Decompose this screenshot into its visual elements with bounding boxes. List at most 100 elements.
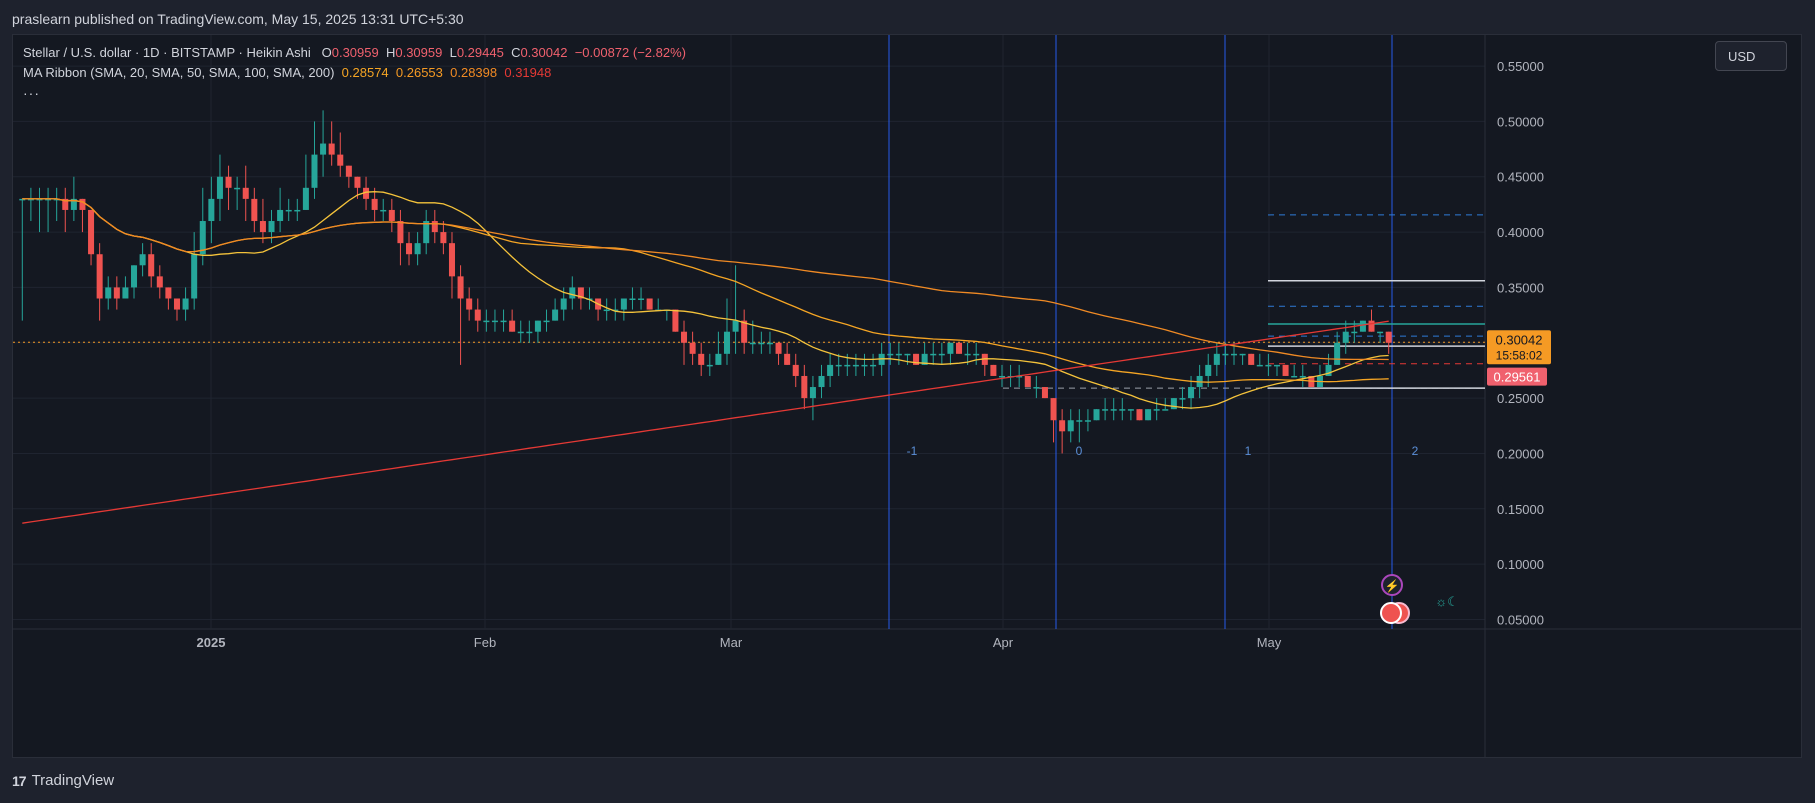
high-label: H — [385, 45, 396, 60]
y-tick-label: 0.20000 — [1497, 446, 1544, 461]
candle-body — [1213, 353, 1220, 365]
candle-body — [440, 232, 447, 244]
fib-time-label: 2 — [1412, 444, 1419, 458]
candle-body — [758, 342, 765, 345]
candle-body — [448, 243, 455, 277]
candle-body — [1050, 398, 1057, 421]
candle-body — [887, 353, 894, 356]
candle-body — [242, 187, 249, 199]
x-tick-label: Apr — [993, 635, 1014, 650]
candle-body — [1153, 409, 1160, 411]
close-value: 0.30042 — [520, 45, 568, 60]
candle-body — [414, 243, 421, 255]
candle-body — [990, 364, 997, 376]
candle-body — [1248, 353, 1255, 365]
candle-body — [629, 298, 636, 300]
candle-body — [1222, 353, 1229, 356]
candle-body — [861, 364, 868, 367]
candle-body — [1359, 320, 1366, 332]
candle-body — [526, 331, 533, 334]
candle-body — [173, 298, 180, 310]
candle-body — [1239, 353, 1246, 356]
y-tick-label: 0.10000 — [1497, 557, 1544, 572]
candle-body — [165, 287, 172, 299]
candle-body — [827, 364, 834, 376]
fib-time-label: -1 — [907, 444, 918, 458]
candle-body — [1334, 342, 1341, 365]
y-tick-label: 0.05000 — [1497, 612, 1544, 627]
y-tick-label: 0.50000 — [1497, 114, 1544, 129]
candle-body — [285, 209, 292, 212]
candle-body — [809, 387, 816, 399]
candle-body — [852, 364, 859, 367]
chart-legend: Stellar / U.S. dollar · 1D · BITSTAMP · … — [23, 43, 686, 103]
candle-body — [1136, 409, 1143, 421]
candle-body — [1119, 409, 1126, 411]
candle-body — [88, 209, 95, 255]
candle-body — [457, 276, 464, 299]
bar-countdown: 15:58:02 — [1496, 348, 1543, 362]
candle-body — [681, 331, 688, 343]
candle-body — [1231, 353, 1238, 356]
y-tick-label: 0.55000 — [1497, 59, 1544, 74]
more-indicators-button[interactable]: ··· — [23, 83, 686, 103]
candle-body — [191, 254, 198, 299]
candle-body — [234, 187, 241, 190]
ma-ribbon-label[interactable]: MA Ribbon (SMA, 20, SMA, 50, SMA, 100, S… — [23, 65, 334, 80]
candle-body — [277, 209, 284, 222]
y-tick-label: 0.45000 — [1497, 170, 1544, 185]
candle-body — [1076, 420, 1083, 422]
candle-body — [96, 254, 103, 299]
fib-time-label: 1 — [1245, 444, 1252, 458]
candle-body — [1188, 387, 1195, 399]
candle-body — [474, 309, 481, 321]
candle-body — [749, 342, 756, 345]
tradingview-logo-text[interactable]: TradingView — [32, 772, 115, 789]
candle-body — [904, 353, 911, 356]
candle-body — [345, 165, 352, 177]
candle-body — [148, 254, 155, 277]
candle-body — [1265, 364, 1272, 367]
chart-panel[interactable]: 0.05000 0.10000 0.15000 0.20000 0.25000 0.300… — [12, 34, 1802, 758]
candle-body — [1351, 331, 1358, 334]
candle-body — [956, 342, 963, 354]
candle-body — [723, 331, 730, 354]
candle-body — [930, 353, 937, 356]
high-value: 0.30959 — [395, 45, 443, 60]
price-tag-red-value: 0.29561 — [1494, 370, 1541, 385]
candlestick-chart[interactable]: 0.05000 0.10000 0.15000 0.20000 0.25000 0.300… — [13, 35, 1801, 757]
candle-body — [1093, 409, 1100, 421]
candle-body — [672, 309, 679, 332]
candle-body — [715, 353, 722, 365]
candle-body — [835, 364, 842, 367]
lightning-glyph: ⚡ — [1385, 579, 1400, 593]
candle-body — [1342, 331, 1349, 343]
candle-body — [1368, 320, 1375, 332]
x-tick-label: Feb — [474, 635, 496, 650]
ma20-value: 0.28574 — [341, 65, 389, 80]
candle-body — [1067, 420, 1074, 432]
candle-body — [646, 298, 653, 310]
candle-body — [998, 375, 1005, 378]
candle-body — [620, 298, 627, 310]
candle-body — [543, 320, 550, 323]
candle-body — [706, 364, 713, 367]
candle-body — [517, 331, 524, 334]
candle-body — [569, 287, 576, 299]
currency-button[interactable]: USD — [1715, 41, 1787, 71]
candle-body — [973, 353, 980, 356]
x-tick-label: Mar — [720, 635, 743, 650]
candle-body — [182, 298, 189, 310]
ma200-value: 0.31948 — [504, 65, 552, 80]
candle-body — [1205, 364, 1212, 376]
legend-symbol-row: Stellar / U.S. dollar · 1D · BITSTAMP · … — [23, 43, 686, 63]
tradingview-logo-icon[interactable]: 17 — [12, 773, 27, 789]
footer-branding: 17 TradingView — [12, 772, 114, 789]
candle-body — [552, 309, 559, 321]
candle-body — [638, 298, 645, 300]
candle-body — [1299, 375, 1306, 378]
candle-body — [732, 320, 739, 332]
symbol-label[interactable]: Stellar / U.S. dollar · 1D · BITSTAMP · … — [23, 45, 311, 60]
candle-body — [689, 342, 696, 354]
candle-body — [483, 320, 490, 323]
